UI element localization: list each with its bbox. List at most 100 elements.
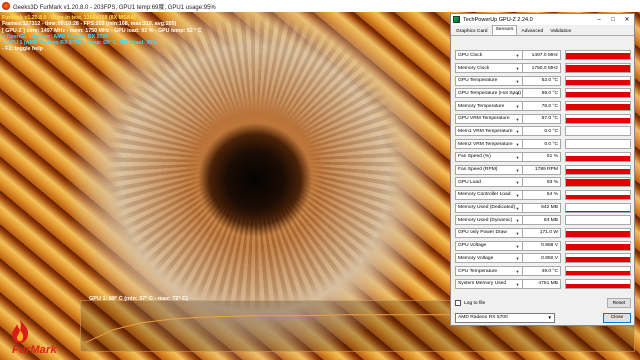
tab-graphics-card[interactable]: Graphics Card: [453, 28, 491, 35]
sensor-label[interactable]: GPU Clock ▼: [455, 50, 523, 61]
sensor-label[interactable]: Memory Used (Dynamic) ▼: [455, 215, 523, 226]
gpuz-log-bar: Log to file Reset: [455, 297, 631, 309]
sensor-row: Fan Speed (RPM) ▼ 1789 RPM: [455, 163, 631, 176]
sensor-label[interactable]: GPU Voltage ▼: [455, 240, 523, 251]
sensor-label-text: Fan Speed (%): [458, 154, 491, 160]
sensor-graph: [565, 113, 631, 124]
close-window-button[interactable]: ✕: [620, 14, 634, 25]
sensor-graph: [565, 215, 631, 226]
sensor-label[interactable]: Fan Speed (RPM) ▼: [455, 164, 523, 175]
chevron-down-icon[interactable]: ▼: [514, 179, 521, 186]
sensor-value: 52.0 °C: [523, 75, 561, 86]
sensor-label[interactable]: GPU VRM Temperature ▼: [455, 113, 523, 124]
gpuz-window[interactable]: TechPowerUp GPU-Z 2.24.0 – □ ✕ Graphics …: [450, 13, 635, 326]
sensor-graph: [565, 164, 631, 175]
chevron-down-icon[interactable]: ▼: [514, 255, 521, 262]
chevron-down-icon[interactable]: ▼: [514, 128, 521, 135]
tab-advanced[interactable]: Advanced: [518, 28, 546, 35]
sensor-label[interactable]: System Memory Used ▼: [455, 278, 523, 289]
sensor-row: Fan Speed (%) ▼ 51 %: [455, 151, 631, 164]
sensor-label[interactable]: GPU Load ▼: [455, 177, 523, 188]
minimize-button[interactable]: –: [592, 14, 606, 25]
chevron-down-icon[interactable]: ▼: [514, 52, 521, 59]
sensor-label[interactable]: Memory Temperature ▼: [455, 101, 523, 112]
sensor-label-text: System Memory Used: [458, 281, 507, 287]
sensor-row: Memory Temperature ▼ 78.0 °C: [455, 100, 631, 113]
sensor-graph: [565, 278, 631, 289]
sensor-graph-fill: [566, 91, 630, 98]
sensor-label[interactable]: Memory Used (Dedicated) ▼: [455, 202, 523, 213]
sensor-label-text: Mem2 VRM Temperature: [458, 141, 513, 147]
chevron-down-icon[interactable]: ▼: [514, 268, 521, 275]
chevron-down-icon[interactable]: ▼: [514, 167, 521, 174]
sensor-label[interactable]: Memory Controller Load ▼: [455, 189, 523, 200]
chevron-down-icon[interactable]: ▼: [514, 243, 521, 250]
reset-button[interactable]: Reset: [607, 298, 631, 308]
chevron-down-icon[interactable]: ▼: [514, 103, 521, 110]
sensor-row: GPU Temperature ▼ 52.0 °C: [455, 74, 631, 87]
sensor-row: Memory Used (Dynamic) ▼ 84 MB: [455, 214, 631, 227]
sensor-label-text: Memory Temperature: [458, 103, 505, 109]
sensor-graph-fill: [566, 210, 630, 212]
gpu-select[interactable]: AMD Radeon RX 5700 ▼: [455, 312, 555, 323]
furmark-titlebar[interactable]: Geeks3D FurMark v1.20.8.0 - 203FPS, GPU1…: [0, 0, 640, 12]
gpuz-footer: AMD Radeon RX 5700 ▼ Close: [455, 312, 631, 323]
sensor-label-text: Memory Clock: [458, 65, 490, 71]
chevron-down-icon[interactable]: ▼: [514, 217, 521, 224]
sensor-value: 78.0 °C: [523, 101, 561, 112]
sensor-label[interactable]: GPU only Power Draw ▼: [455, 227, 523, 238]
sensor-value: 0.0 °C: [523, 126, 561, 137]
tab-validation[interactable]: Validation: [547, 28, 574, 35]
gpuz-titlebar[interactable]: TechPowerUp GPU-Z 2.24.0 – □ ✕: [451, 14, 634, 25]
sensor-value: 1750.0 MHz: [523, 63, 561, 74]
sensor-label-text: GPU Voltage: [458, 243, 487, 249]
sensor-label[interactable]: Mem2 VRM Temperature ▼: [455, 139, 523, 150]
maximize-button[interactable]: □: [606, 14, 620, 25]
sensor-graph-fill: [566, 244, 630, 250]
sensor-graph: [565, 88, 631, 99]
sensor-label[interactable]: Fan Speed (%) ▼: [455, 151, 523, 162]
sensor-graph: [565, 63, 631, 74]
sensor-row: GPU Clock ▼ 1497.0 MHz: [455, 49, 631, 62]
sensor-graph: [565, 75, 631, 86]
chevron-down-icon[interactable]: ▼: [514, 116, 521, 123]
sensor-row: Memory Used (Dedicated) ▼ 642 MB: [455, 201, 631, 214]
chevron-down-icon[interactable]: ▼: [514, 192, 521, 199]
furmark-app-icon: [2, 2, 10, 10]
log-to-file-checkbox[interactable]: [455, 300, 461, 306]
sensor-graph: [565, 151, 631, 162]
close-button[interactable]: Close: [603, 312, 631, 323]
chevron-down-icon[interactable]: ▼: [514, 230, 521, 237]
sensor-label[interactable]: CPU Temperature ▼: [455, 266, 523, 277]
sensor-value: 57.0 °C: [523, 113, 561, 124]
sensor-graph-fill: [566, 117, 630, 123]
chevron-down-icon[interactable]: ▼: [514, 281, 521, 288]
sensor-graph: [565, 189, 631, 200]
chevron-down-icon[interactable]: ▼: [514, 154, 521, 161]
sensor-value: 49.0 °C: [523, 266, 561, 277]
sensor-value: 54 %: [523, 189, 561, 200]
chevron-down-icon[interactable]: ▼: [514, 78, 521, 85]
osd-line: [ GPU-Z ] core: 1497 MHz - mem: 1750 MHz…: [2, 27, 202, 34]
tab-sensors[interactable]: Sensors: [491, 25, 518, 35]
chevron-down-icon: ▼: [547, 314, 552, 320]
sensor-label[interactable]: GPU Temperature ▼: [455, 75, 523, 86]
sensor-graph-fill: [566, 104, 630, 111]
furmark-osd: FurMark v1.20.8.0 - Burn-in test, 1366x7…: [2, 15, 202, 53]
sensor-graph: [565, 126, 631, 137]
chevron-down-icon[interactable]: ▼: [514, 205, 521, 212]
sensor-label[interactable]: GPU Temperature (Hot Spot) ▼: [455, 88, 523, 99]
sensor-graph-fill: [566, 271, 630, 276]
sensor-label[interactable]: Memory Voltage ▼: [455, 253, 523, 264]
sensor-graph: [565, 240, 631, 251]
furmark-logo: FurMark: [2, 318, 78, 358]
sensor-label[interactable]: Memory Clock ▼: [455, 63, 523, 74]
sensor-label[interactable]: Mem1 VRM Temperature ▼: [455, 126, 523, 137]
chevron-down-icon[interactable]: ▼: [514, 65, 521, 72]
gpu-select-value: AMD Radeon RX 5700: [458, 315, 508, 320]
chevron-down-icon[interactable]: ▼: [514, 90, 521, 97]
sensor-row: Memory Voltage ▼ 0.850 V: [455, 252, 631, 265]
chevron-down-icon[interactable]: ▼: [514, 141, 521, 148]
sensor-value: 69.0 °C: [523, 88, 561, 99]
sensor-graph-fill: [566, 178, 630, 187]
